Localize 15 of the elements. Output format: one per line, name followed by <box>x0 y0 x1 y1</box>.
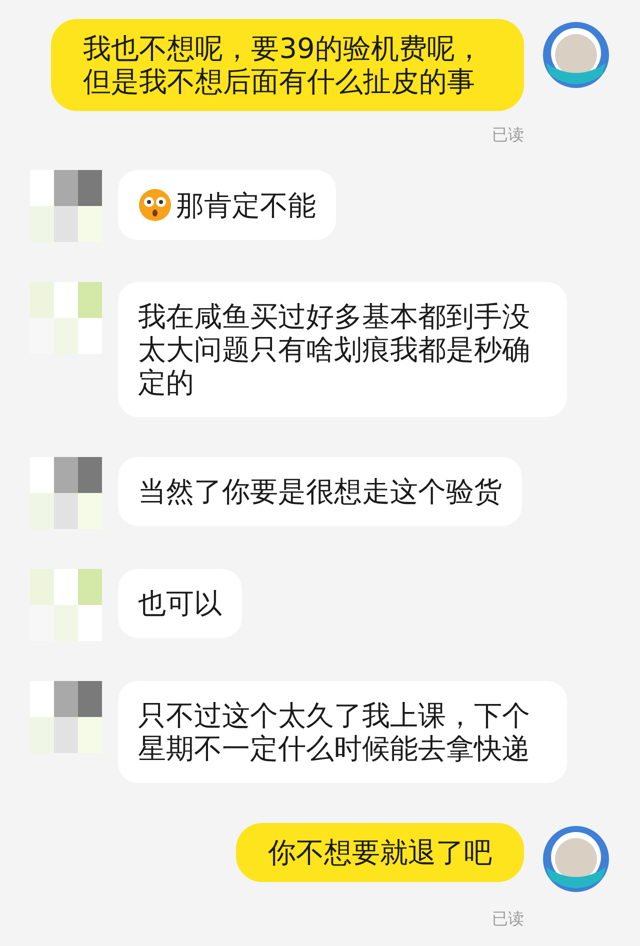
read-receipt: 已读 <box>492 125 524 144</box>
message-text: 你不想要就退了吧 <box>268 836 492 869</box>
shocked-face-icon <box>138 188 172 222</box>
message-text: 也可以 <box>138 587 222 620</box>
avatar-icon[interactable] <box>540 19 612 91</box>
message-text: 我也不想呢，要39的验机费呢，但是我不想后面有什么扯皮的事 <box>83 32 484 98</box>
pixelated-avatar[interactable] <box>30 170 102 242</box>
message-text: 只不过这个太久了我上课，下个星期不一定什么时候能去拿快递 <box>138 699 531 765</box>
pixelated-avatar[interactable] <box>30 457 102 529</box>
message-text: 那肯定不能 <box>176 188 316 222</box>
avatar-icon[interactable] <box>540 823 612 895</box>
message-text: 我在咸鱼买过好多基本都到手没太大问题只有啥划痕我都是秒确定的 <box>138 300 531 399</box>
pixelated-avatar[interactable] <box>30 681 102 753</box>
message-text: 当然了你要是很想走这个验货 <box>138 475 502 508</box>
read-receipt: 已读 <box>492 909 524 928</box>
